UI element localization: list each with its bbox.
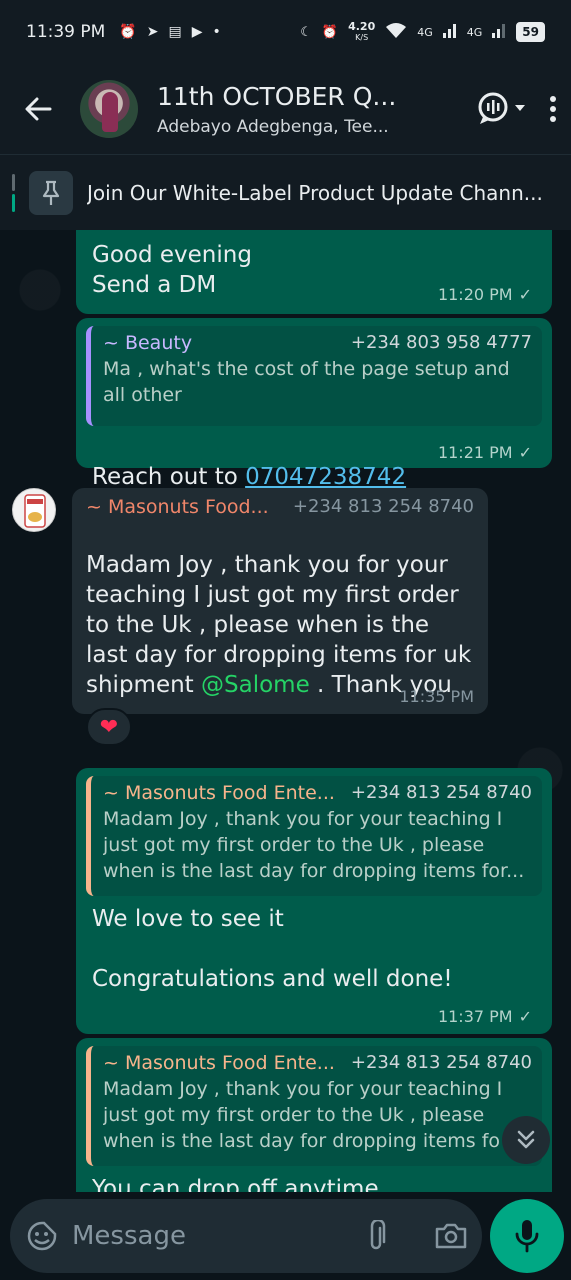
voice-chat-button[interactable] — [477, 91, 527, 127]
chat-subtitle: Adebayo Adegbenga, Tee... — [157, 116, 389, 137]
net-speed: 4.20 K/S — [348, 20, 376, 42]
sender-phone: +234 813 254 8740 — [292, 496, 474, 517]
files-icon: ▤ — [168, 24, 182, 40]
message-bubble[interactable]: Good evening Send a DM 11:20 PM ✓ — [76, 230, 552, 314]
quoted-text: Ma , what's the cost of the page setup a… — [103, 358, 510, 406]
heart-icon: ❤ — [99, 714, 119, 740]
more-vert-icon — [550, 96, 556, 122]
signal-icon — [492, 22, 506, 42]
message-text: We love to see it Congratulations and we… — [92, 906, 453, 992]
more-options-button[interactable] — [549, 95, 557, 123]
sticker-smiley-icon — [27, 1221, 57, 1251]
camera-icon — [435, 1223, 467, 1249]
emoji-button[interactable] — [26, 1220, 58, 1252]
sender-avatar[interactable] — [12, 488, 56, 532]
telegram-icon: ➤ — [146, 24, 159, 40]
chat-area[interactable]: Good evening Send a DM 11:20 PM ✓ ~ Beau… — [0, 230, 571, 1192]
arrow-left-icon — [25, 97, 52, 121]
chat-title: 11th OCTOBER Q... — [157, 81, 397, 111]
quoted-sender: ~ Beauty — [103, 332, 193, 354]
back-button[interactable] — [18, 89, 58, 129]
message-text: You can drop off anytime — [92, 1176, 379, 1192]
dot-icon: • — [212, 24, 221, 40]
message-time: 11:20 PM — [437, 285, 513, 304]
double-chevron-down-icon — [517, 1130, 535, 1149]
quoted-phone: +234 803 958 4777 — [350, 332, 532, 353]
message-time: 11:21 PM — [437, 443, 513, 462]
alarm-icon: ⏰ — [119, 24, 137, 40]
message-bubble[interactable]: ~ Masonuts Food Ente... +234 813 254 874… — [76, 1038, 552, 1192]
battery-icon: 59 — [516, 22, 545, 42]
pinned-indicator — [12, 173, 15, 212]
pin-icon — [29, 170, 73, 215]
check-icon: ✓ — [518, 285, 532, 304]
signal-4g-label: 4G — [417, 25, 433, 39]
message-composer — [10, 1199, 482, 1273]
voice-record-button[interactable] — [490, 1199, 564, 1273]
phone-link[interactable]: 07047238742 — [245, 464, 406, 490]
quoted-message[interactable]: ~ Beauty +234 803 958 4777 Ma , what's t… — [86, 326, 542, 426]
pinned-message-bar[interactable]: Join Our White-Label Product Update Chan… — [0, 154, 571, 230]
quoted-phone: +234 813 254 8740 — [350, 782, 532, 803]
scroll-to-bottom-button[interactable] — [502, 1116, 550, 1164]
paperclip-icon — [370, 1220, 386, 1250]
composer-bar — [0, 1192, 571, 1280]
quoted-sender: ~ Masonuts Food Ente... — [103, 1052, 335, 1074]
youtube-icon: ▶ — [191, 24, 203, 40]
status-bar: 11:39 PM ⏰ ➤ ▤ ▶ • ☾ ⏰ 4.20 K/S 4G 4G 59 — [0, 0, 571, 64]
message-input[interactable] — [72, 1221, 366, 1251]
message-time: 11:37 PM — [437, 1007, 513, 1026]
quoted-sender: ~ Masonuts Food Ente... — [103, 782, 335, 804]
voice-chat-icon — [478, 92, 525, 124]
signal-4g-label-2: 4G — [466, 25, 483, 39]
moon-icon: ☾ — [300, 24, 312, 40]
camera-button[interactable] — [434, 1222, 468, 1250]
reaction-badge[interactable]: ❤ — [86, 708, 132, 746]
wifi-icon — [385, 21, 407, 43]
mention-link[interactable]: @Salome — [201, 672, 310, 698]
message-text: Madam Joy , thank you for your teaching … — [86, 552, 472, 698]
signal-icon — [442, 22, 457, 42]
alarm-icon: ⏰ — [321, 24, 339, 40]
pinned-text: Join Our White-Label Product Update Chan… — [87, 180, 543, 205]
message-bubble[interactable]: ~ Beauty +234 803 958 4777 Ma , what's t… — [76, 318, 552, 490]
microphone-icon — [515, 1220, 539, 1253]
chat-title-area[interactable]: 11th OCTOBER Q... Adebayo Adegbenga, Tee… — [157, 82, 477, 137]
check-icon: ✓ — [518, 443, 532, 462]
chat-header: 11th OCTOBER Q... Adebayo Adegbenga, Tee… — [0, 64, 571, 154]
status-time: 11:39 PM — [26, 22, 106, 42]
sender-name[interactable]: ~ Masonuts Food... — [86, 496, 269, 518]
message-bubble[interactable]: ~ Masonuts Food Ente... +234 813 254 874… — [76, 768, 552, 1034]
quoted-message[interactable]: ~ Masonuts Food Ente... +234 813 254 874… — [86, 776, 542, 896]
quoted-phone: +234 813 254 8740 — [350, 1052, 532, 1073]
attach-button[interactable] — [366, 1220, 386, 1252]
quoted-message[interactable]: ~ Masonuts Food Ente... +234 813 254 874… — [86, 1046, 542, 1166]
check-icon: ✓ — [518, 1007, 532, 1026]
message-bubble[interactable]: ~ Masonuts Food... +234 813 254 8740 Mad… — [72, 488, 488, 714]
message-time: 11:35 PM — [399, 687, 474, 706]
quoted-text: Madam Joy , thank you for your teaching … — [103, 1078, 503, 1152]
group-avatar[interactable] — [80, 80, 138, 138]
quoted-text: Madam Joy , thank you for your teaching … — [103, 808, 525, 882]
